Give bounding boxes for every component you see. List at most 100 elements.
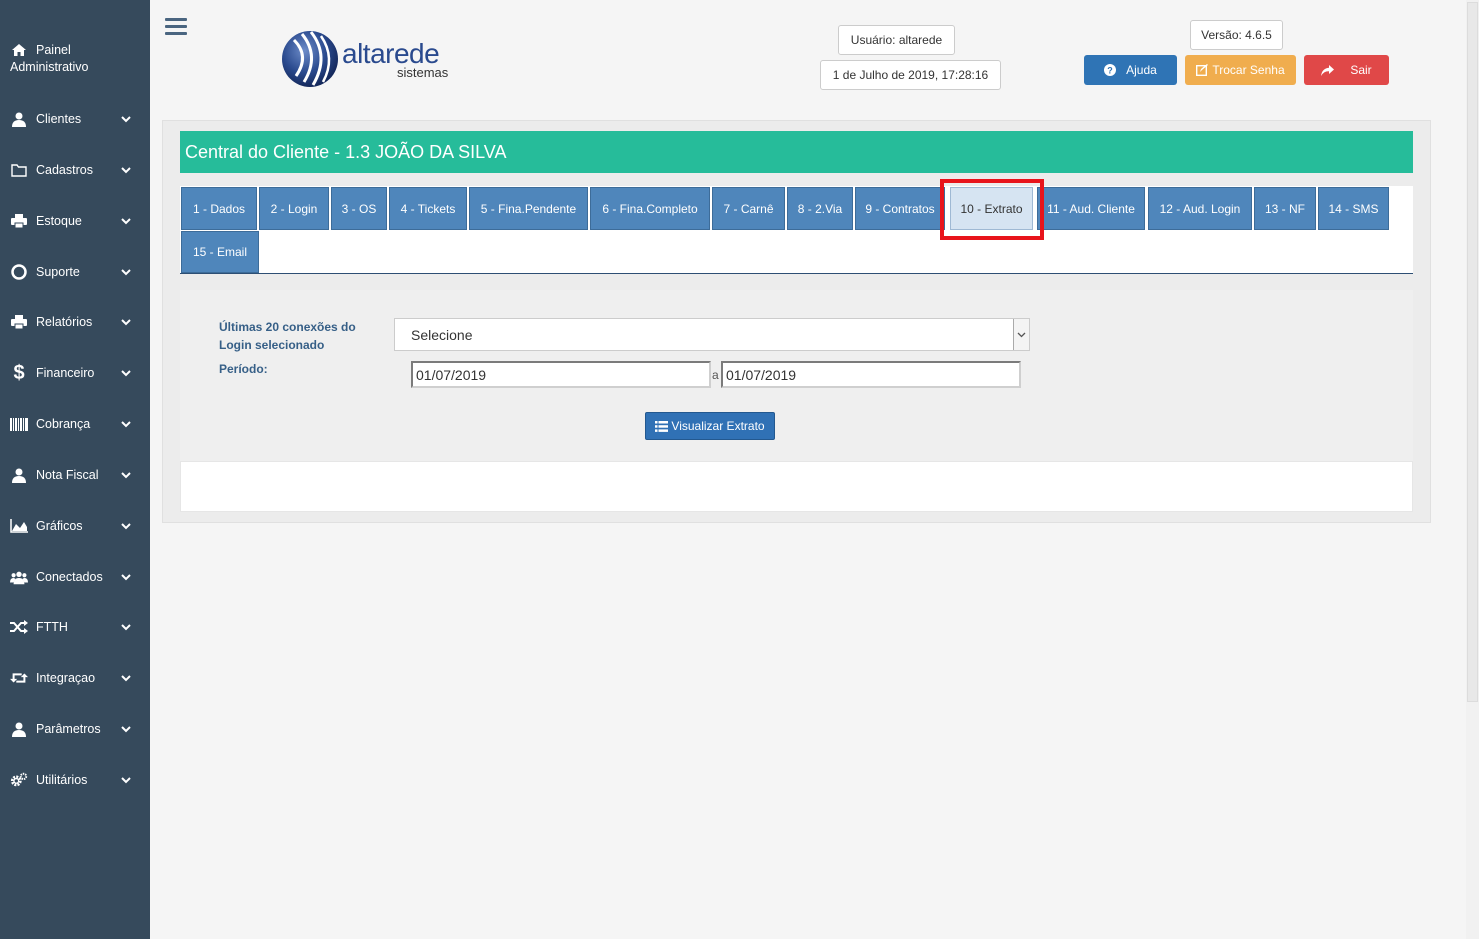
sidebar-item-nota-fiscal[interactable]: Nota Fiscal xyxy=(0,458,150,492)
retweet-icon xyxy=(10,671,28,685)
dollar-icon: $ xyxy=(13,361,25,384)
logo-subtext: sistemas xyxy=(397,65,449,80)
tab-sms[interactable]: 14 - SMS xyxy=(1318,187,1389,230)
print-icon xyxy=(10,315,28,329)
tab-extrato[interactable]: 10 - Extrato xyxy=(950,187,1033,230)
date-to-input[interactable] xyxy=(721,361,1021,388)
statement-result-area xyxy=(180,461,1413,512)
logout-button[interactable]: Sair xyxy=(1304,55,1389,85)
sidebar-item-estoque[interactable]: Estoque xyxy=(0,204,150,238)
tab-fina-completo[interactable]: 6 - Fina.Completo xyxy=(590,187,710,230)
sidebar-item-conectados[interactable]: Conectados xyxy=(0,560,150,594)
scrollbar-thumb[interactable] xyxy=(1467,2,1478,702)
tab-contratos[interactable]: 9 - Contratos xyxy=(855,187,945,230)
tab-2via[interactable]: 8 - 2.Via xyxy=(787,187,853,230)
sidebar-item-label: Integraçao xyxy=(36,671,96,685)
chevron-down-icon xyxy=(1013,319,1029,350)
sidebar-item-suporte[interactable]: Suporte xyxy=(0,255,150,289)
chevron-down-icon xyxy=(118,369,134,377)
logout-button-label: Sair xyxy=(1350,63,1372,77)
sidebar-item-label: Parâmetros xyxy=(36,722,101,736)
question-circle-icon: ? xyxy=(1104,64,1117,76)
help-button-label: Ajuda xyxy=(1126,63,1157,77)
sidebar: Painel Administrativo Clientes Cadastros… xyxy=(0,0,150,939)
chevron-down-icon xyxy=(118,318,134,326)
tab-email[interactable]: 15 - Email xyxy=(181,231,259,273)
tab-carne[interactable]: 7 - Carnê xyxy=(712,187,785,230)
sidebar-item-label: Relatórios xyxy=(36,315,93,329)
chevron-down-icon xyxy=(118,166,134,174)
area-chart-icon xyxy=(10,519,28,533)
sidebar-item-financeiro[interactable]: $ Financeiro xyxy=(0,356,150,390)
edit-icon xyxy=(1196,64,1209,76)
sidebar-item-label-line2: Administrativo xyxy=(10,60,89,74)
sidebar-item-label: FTTH xyxy=(36,620,68,634)
random-icon xyxy=(10,620,28,634)
tab-dados[interactable]: 1 - Dados xyxy=(181,187,257,230)
altarede-logo: altarede sistemas xyxy=(280,28,470,90)
sidebar-item-label: Gráficos xyxy=(36,519,83,533)
sidebar-item-clientes[interactable]: Clientes xyxy=(0,102,150,136)
help-button[interactable]: ? Ajuda xyxy=(1084,55,1177,85)
chevron-down-icon xyxy=(118,115,134,123)
tab-aud-login[interactable]: 12 - Aud. Login xyxy=(1148,187,1252,230)
chevron-down-icon xyxy=(118,623,134,631)
sidebar-item-cadastros[interactable]: Cadastros xyxy=(0,153,150,187)
home-icon xyxy=(10,43,28,57)
sidebar-item-parametros[interactable]: Parâmetros xyxy=(0,712,150,746)
chevron-down-icon xyxy=(118,573,134,581)
list-icon xyxy=(655,420,669,432)
sidebar-item-cobranca[interactable]: Cobrança xyxy=(0,407,150,441)
sidebar-item-label: Suporte xyxy=(36,265,80,279)
chevron-down-icon xyxy=(118,725,134,733)
life-ring-icon xyxy=(10,264,28,280)
sidebar-item-integracao[interactable]: Integraçao xyxy=(0,661,150,695)
version-badge: Versão: 4.6.5 xyxy=(1190,20,1283,50)
tab-os[interactable]: 3 - OS xyxy=(331,187,387,230)
connections-select-value: Selecione xyxy=(411,326,473,343)
page-title: Central do Cliente - 1.3 JOÃO DA SILVA xyxy=(180,131,1413,173)
sidebar-item-label: Estoque xyxy=(36,214,82,228)
barcode-icon xyxy=(10,417,28,431)
chevron-down-icon xyxy=(118,776,134,784)
user-icon xyxy=(10,112,28,127)
sidebar-item-utilitarios[interactable]: Utilitários xyxy=(0,763,150,797)
date-separator: a xyxy=(712,368,719,382)
connections-label-line1: Últimas 20 conexões do xyxy=(219,320,356,334)
connections-label: Últimas 20 conexões do Login selecionado xyxy=(219,318,356,354)
tab-aud-cliente[interactable]: 11 - Aud. Cliente xyxy=(1037,187,1145,230)
chevron-down-icon xyxy=(118,217,134,225)
tab-login[interactable]: 2 - Login xyxy=(259,187,329,230)
datetime-display: 1 de Julho de 2019, 17:28:16 xyxy=(820,60,1001,90)
sidebar-item-label: Clientes xyxy=(36,112,82,126)
sidebar-item-label: Financeiro xyxy=(36,366,95,380)
period-label: Período: xyxy=(219,362,268,376)
share-icon xyxy=(1321,64,1335,76)
view-statement-label: Visualizar Extrato xyxy=(671,419,765,433)
sidebar-item-relatorios[interactable]: Relatórios xyxy=(0,305,150,339)
sidebar-item-painel[interactable]: Painel Administrativo xyxy=(0,42,150,86)
date-from-input[interactable] xyxy=(411,361,711,388)
connections-label-line2: Login selecionado xyxy=(219,338,325,352)
connections-select[interactable]: Selecione xyxy=(394,318,1030,351)
sidebar-item-graficos[interactable]: Gráficos xyxy=(0,509,150,543)
sidebar-item-label: Cadastros xyxy=(36,163,93,177)
view-statement-button[interactable]: Visualizar Extrato xyxy=(645,412,775,440)
user-badge: Usuário: altarede xyxy=(838,25,955,55)
sidebar-item-label: Utilitários xyxy=(36,773,88,787)
chevron-down-icon xyxy=(118,471,134,479)
sidebar-item-label: Cobrança xyxy=(36,417,91,431)
sidebar-item-ftth[interactable]: FTTH xyxy=(0,610,150,644)
tab-nf[interactable]: 13 - NF xyxy=(1254,187,1316,230)
chevron-down-icon xyxy=(118,268,134,276)
chevron-down-icon xyxy=(118,674,134,682)
change-password-button[interactable]: Trocar Senha xyxy=(1185,55,1296,85)
menu-toggle-icon[interactable] xyxy=(165,18,187,38)
tab-tickets[interactable]: 4 - Tickets xyxy=(389,187,467,230)
chevron-down-icon xyxy=(118,420,134,428)
users-icon xyxy=(10,570,28,585)
sidebar-item-label: Conectados xyxy=(36,570,103,584)
svg-text:?: ? xyxy=(1107,66,1113,76)
tab-fina-pendente[interactable]: 5 - Fina.Pendente xyxy=(469,187,588,230)
sidebar-item-label: Nota Fiscal xyxy=(36,468,99,482)
